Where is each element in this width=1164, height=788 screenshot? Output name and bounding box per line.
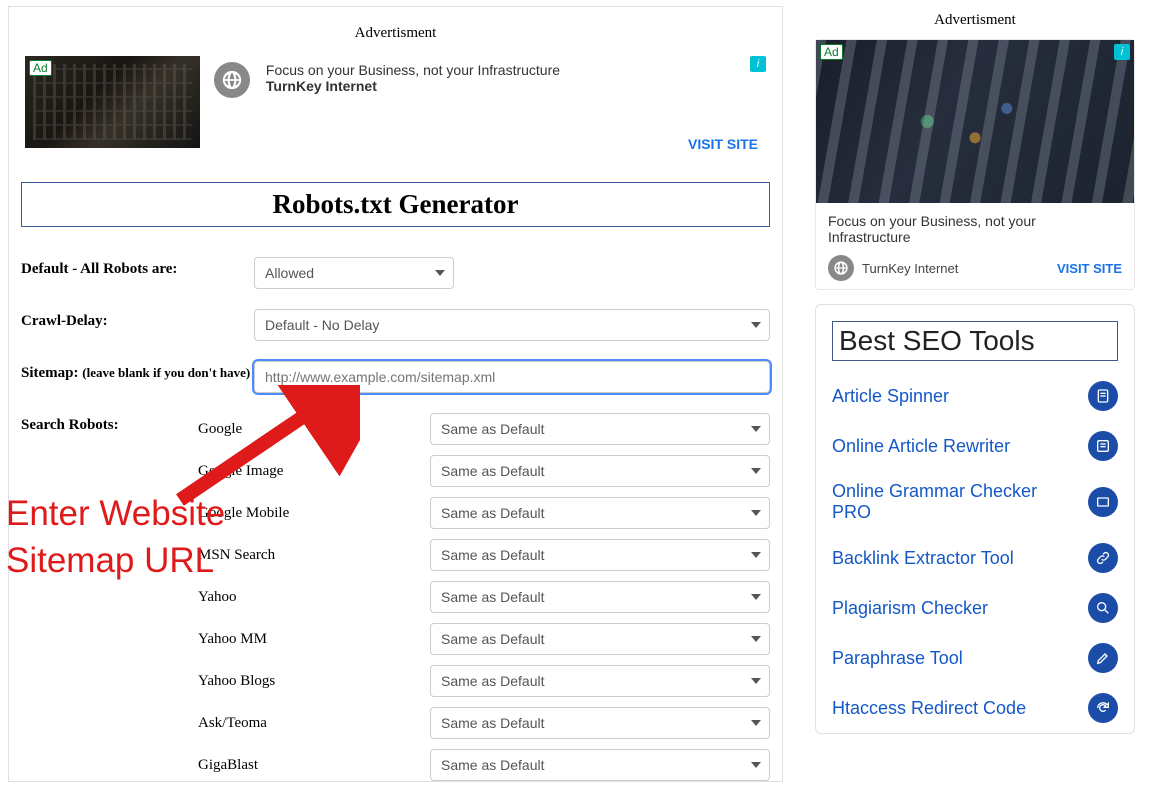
side-ad[interactable]: i Ad Focus on your Business, not your In… [815, 39, 1135, 290]
visit-site-link[interactable]: VISIT SITE [1057, 261, 1122, 276]
side-ad-image: Ad [816, 40, 1134, 203]
main-panel: Advertisment i Ad Focus on your Business… [8, 6, 783, 782]
main-ad[interactable]: i Ad Focus on your Business, not your In… [21, 52, 770, 152]
tool-item: Online Grammar Checker PRO [832, 471, 1118, 533]
robot-name: MSN Search [198, 544, 418, 567]
sitemap-hint: (leave blank if you don't have) [82, 365, 250, 380]
globe-icon [214, 62, 250, 98]
robot-select[interactable]: Same as Default [430, 455, 770, 487]
robot-name: Yahoo [198, 586, 418, 609]
tool-item: Paraphrase Tool [832, 633, 1118, 683]
tool-link[interactable]: Paraphrase Tool [832, 648, 963, 669]
ad-brand: TurnKey Internet [266, 78, 560, 94]
robot-select[interactable]: Same as Default [430, 665, 770, 697]
tool-item: Online Article Rewriter [832, 421, 1118, 471]
annotation-text: Enter Website Sitemap URL [6, 490, 225, 585]
side-ad-headline: Focus on your Business, not your Infrast… [816, 203, 1134, 245]
crawl-delay-select[interactable]: Default - No Delay [254, 309, 770, 341]
list-icon [1088, 431, 1118, 461]
ad-badge: Ad [820, 44, 843, 60]
tool-item: Plagiarism Checker [832, 583, 1118, 633]
robot-select[interactable]: Same as Default [430, 539, 770, 571]
default-robots-select[interactable]: Allowed [254, 257, 454, 289]
tool-link[interactable]: Htaccess Redirect Code [832, 698, 1026, 719]
robot-name: Yahoo MM [198, 628, 418, 651]
page-title: Robots.txt Generator [21, 182, 770, 227]
visit-site-link[interactable]: VISIT SITE [688, 136, 758, 152]
ad-image: Ad [25, 56, 200, 148]
tools-box: Best SEO Tools Article Spinner Online Art… [815, 304, 1135, 734]
sidebar: Advertisment i Ad Focus on your Business… [815, 6, 1135, 782]
ad-info-icon[interactable]: i [1114, 44, 1130, 60]
tools-title: Best SEO Tools [832, 321, 1118, 361]
tool-item: Backlink Extractor Tool [832, 533, 1118, 583]
side-ad-label: Advertisment [815, 12, 1135, 29]
link-icon [1088, 543, 1118, 573]
robot-select[interactable]: Same as Default [430, 707, 770, 739]
sitemap-label: Sitemap: (leave blank if you don't have) [21, 361, 254, 382]
robot-name: Ask/Teoma [198, 712, 418, 735]
robot-name: Yahoo Blogs [198, 670, 418, 693]
ad-headline: Focus on your Business, not your Infrast… [266, 62, 560, 78]
ad-info-icon[interactable]: i [750, 56, 766, 72]
robot-select[interactable]: Same as Default [430, 581, 770, 613]
tool-link[interactable]: Backlink Extractor Tool [832, 548, 1014, 569]
ad-badge: Ad [29, 60, 52, 76]
tool-link[interactable]: Online Article Rewriter [832, 436, 1010, 457]
doc-icon [1088, 381, 1118, 411]
crawl-delay-label: Crawl-Delay: [21, 309, 254, 330]
edit-icon [1088, 643, 1118, 673]
tool-link[interactable]: Article Spinner [832, 386, 949, 407]
tool-item: Article Spinner [832, 371, 1118, 421]
refresh-icon [1088, 693, 1118, 723]
robot-select[interactable]: Same as Default [430, 413, 770, 445]
default-robots-label: Default - All Robots are: [21, 257, 254, 278]
tool-link[interactable]: Online Grammar Checker PRO [832, 481, 1062, 523]
robot-select[interactable]: Same as Default [430, 497, 770, 529]
tool-item: Htaccess Redirect Code [832, 683, 1118, 733]
ad-label: Advertisment [21, 25, 770, 42]
search-icon [1088, 593, 1118, 623]
tool-link[interactable]: Plagiarism Checker [832, 598, 988, 619]
rect-icon [1088, 487, 1118, 517]
side-ad-brand: TurnKey Internet [862, 261, 958, 276]
robot-select[interactable]: Same as Default [430, 749, 770, 781]
robot-name: GigaBlast [198, 754, 418, 777]
robot-select[interactable]: Same as Default [430, 623, 770, 655]
globe-icon [828, 255, 854, 281]
